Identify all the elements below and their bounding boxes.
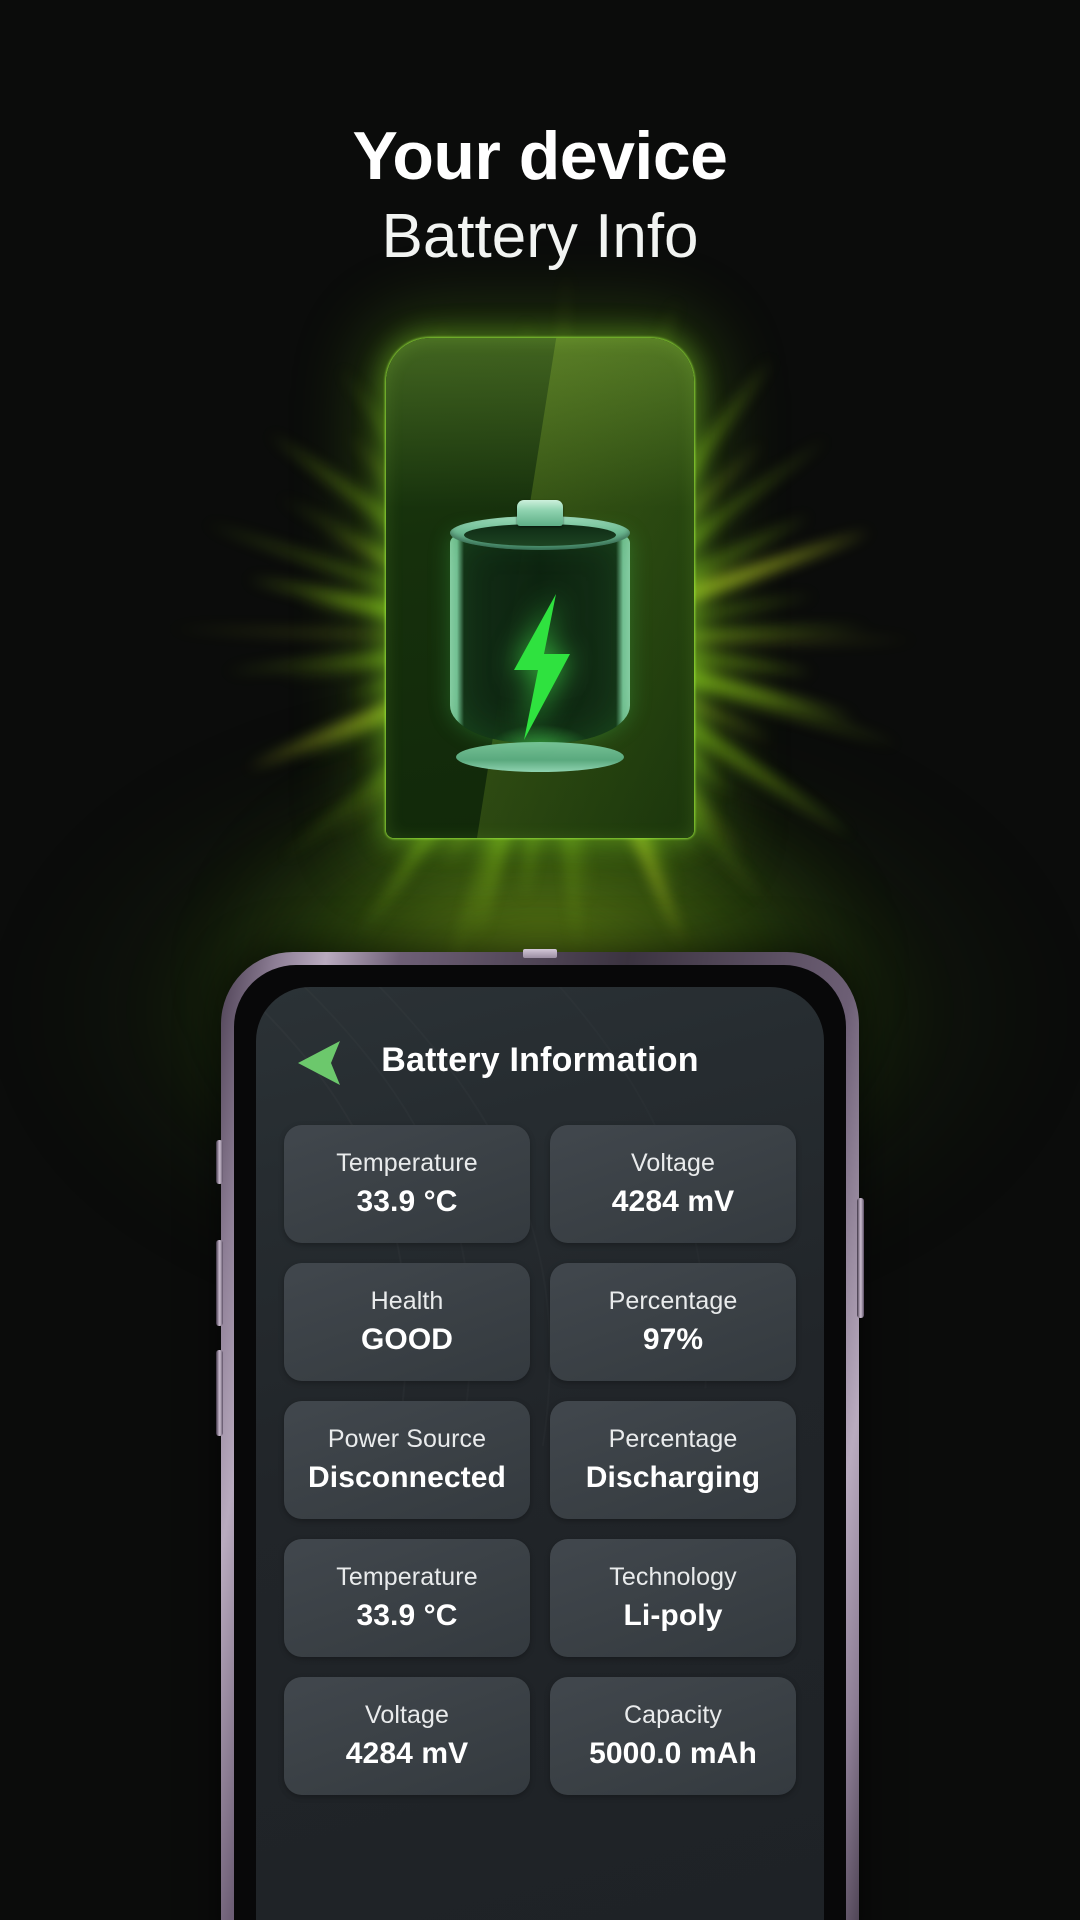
- battery-terminal: [517, 500, 563, 526]
- info-card-label: Capacity: [623, 1701, 723, 1729]
- info-card-value: 5000.0 mAh: [589, 1737, 757, 1770]
- info-card: Capacity 5000.0 mAh: [550, 1677, 796, 1795]
- info-card-label: Temperature: [336, 1149, 478, 1177]
- phone-antenna-band: [523, 949, 557, 958]
- info-card-value: Li-poly: [623, 1599, 723, 1632]
- screen-header: Battery Information: [256, 1033, 824, 1103]
- info-card-label: Temperature: [336, 1563, 478, 1591]
- info-card-value: 33.9 °C: [356, 1185, 458, 1218]
- info-card: Temperature 33.9 °C: [284, 1125, 530, 1243]
- battery-info-grid: Temperature 33.9 °C Voltage 4284 mV Health GO…: [284, 1125, 796, 1795]
- power-button[interactable]: [857, 1198, 864, 1318]
- info-card-label: Power Source: [327, 1425, 487, 1453]
- info-card: Temperature 33.9 °C: [284, 1539, 530, 1657]
- battery-bottom-rim: [456, 742, 624, 772]
- info-card-label: Health: [370, 1287, 444, 1315]
- hero-headings: Your device Battery Info: [0, 122, 1080, 276]
- silent-switch[interactable]: [216, 1140, 223, 1184]
- app-screenshot: Your device Battery Info Battery Informa…: [0, 0, 1080, 1920]
- info-card: Percentage Discharging: [550, 1401, 796, 1519]
- page-subtitle: Battery Info: [381, 202, 699, 271]
- battery-bolt-icon: [450, 500, 630, 772]
- info-card-label: Percentage: [608, 1287, 738, 1315]
- info-card: Voltage 4284 mV: [284, 1677, 530, 1795]
- info-card-value: 4284 mV: [345, 1737, 469, 1770]
- info-card-label: Voltage: [364, 1701, 450, 1729]
- info-card-value: 97%: [642, 1323, 704, 1356]
- info-card-value: 4284 mV: [611, 1185, 735, 1218]
- info-card: Power Source Disconnected: [284, 1401, 530, 1519]
- info-card: Health GOOD: [284, 1263, 530, 1381]
- info-card-label: Technology: [609, 1563, 737, 1591]
- info-card-value: GOOD: [360, 1323, 454, 1356]
- phone-mockup: Battery Information Temperature 33.9 °C Vo…: [216, 949, 864, 1920]
- phone-screen: Battery Information Temperature 33.9 °C Vo…: [256, 987, 824, 1920]
- battery-top-inner: [464, 524, 616, 546]
- volume-down-button[interactable]: [216, 1350, 223, 1436]
- info-card: Technology Li-poly: [550, 1539, 796, 1657]
- info-card-value: Disconnected: [308, 1461, 506, 1494]
- info-card-label: Percentage: [608, 1425, 738, 1453]
- info-card: Voltage 4284 mV: [550, 1125, 796, 1243]
- info-card-label: Voltage: [630, 1149, 716, 1177]
- info-card-value: 33.9 °C: [356, 1599, 458, 1632]
- volume-up-button[interactable]: [216, 1240, 223, 1326]
- screen-title: Battery Information: [381, 1041, 699, 1079]
- phone-bezel: Battery Information Temperature 33.9 °C Vo…: [234, 965, 846, 1920]
- lightning-bolt-icon: [514, 594, 570, 740]
- page-title: Your device: [352, 118, 728, 194]
- info-card: Percentage 97%: [550, 1263, 796, 1381]
- info-card-value: Discharging: [585, 1461, 761, 1494]
